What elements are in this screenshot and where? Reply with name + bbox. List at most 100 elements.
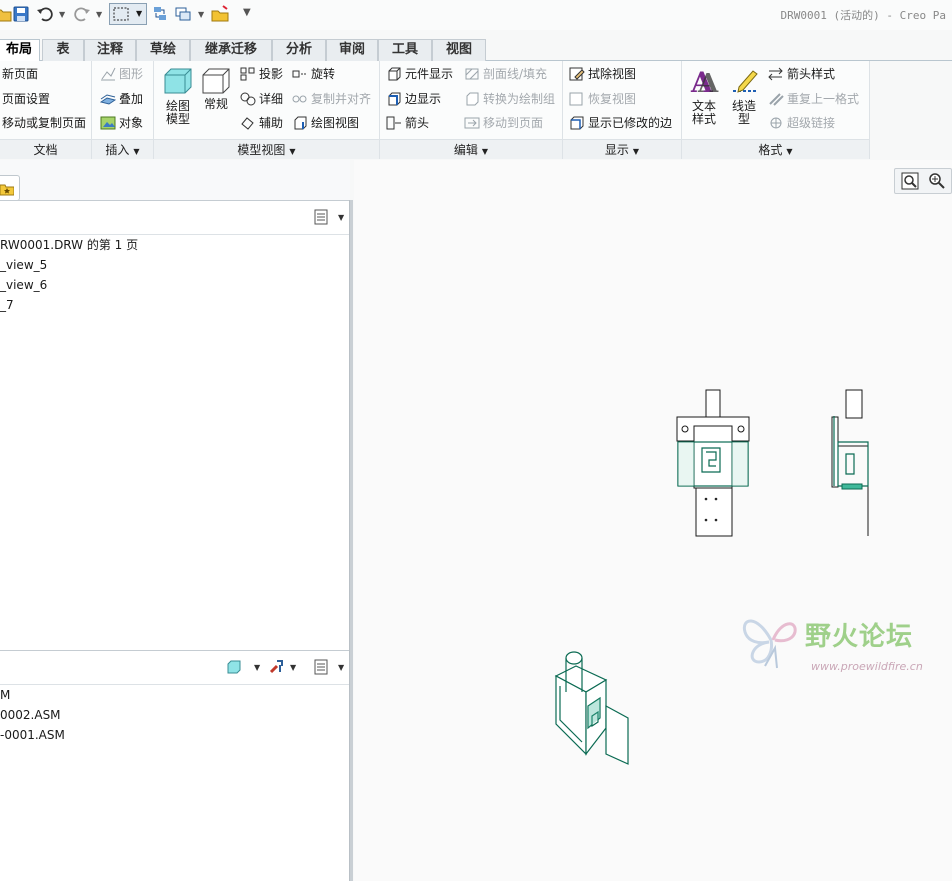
move-to-sheet-icon <box>464 117 480 129</box>
drawing-model-icon <box>164 68 192 94</box>
model-display-dropdown-icon[interactable]: ▼ <box>254 663 260 672</box>
convert-icon <box>466 92 479 106</box>
open-folder-icon[interactable] <box>0 5 12 23</box>
general-view-button[interactable]: 常规 <box>200 67 232 111</box>
group-label-insert[interactable]: 插入 ▼ <box>92 139 153 159</box>
select-box-button[interactable]: ▼ <box>109 3 147 25</box>
tab-view[interactable]: 视图 <box>432 39 486 61</box>
tab-table[interactable]: 表 <box>42 39 84 61</box>
model-tree-settings-icon[interactable] <box>313 659 329 675</box>
show-modified-edges-button[interactable]: 显示已修改的边 <box>569 113 672 133</box>
copy-align-icon <box>292 95 307 103</box>
hyperlink-icon <box>770 117 782 129</box>
group-label-display[interactable]: 显示 ▼ <box>563 139 681 159</box>
group-format-dropdown-icon: ▼ <box>786 147 793 156</box>
tree-settings-icon[interactable] <box>313 209 329 225</box>
move-copy-sheet-button[interactable]: 移动或复制页面 <box>2 113 86 133</box>
tree-settings-dropdown-icon[interactable]: ▼ <box>338 213 344 222</box>
model-display-icon[interactable] <box>226 659 242 675</box>
quick-access-toolbar: ▼ ▼ ▼ ▼ ▼ DRW0001 (活动的) - Creo Pa <box>0 0 952 30</box>
model-tree: ▼ ▼ ▼ M 0002.ASM -0001.ASM <box>0 650 350 881</box>
folder-icon <box>0 184 14 196</box>
undo-icon[interactable] <box>36 5 54 23</box>
new-sheet-button[interactable]: 新页面 <box>2 64 38 84</box>
undo-dropdown-icon[interactable]: ▼ <box>59 10 65 19</box>
resume-view-icon <box>569 92 583 106</box>
arrow-button[interactable]: 箭头 <box>386 113 429 133</box>
tree-row-view-7[interactable]: _7 <box>0 295 349 315</box>
text-style-icon: AA <box>690 67 719 97</box>
general-view-icon <box>202 68 230 94</box>
component-display-button[interactable]: 元件显示 <box>386 64 453 84</box>
projection-view-button[interactable]: 投影 <box>240 64 283 84</box>
side-view-drawing[interactable] <box>824 386 874 538</box>
tab-analysis[interactable]: 分析 <box>272 39 326 61</box>
regenerate-icon[interactable] <box>151 5 169 23</box>
model-row-asm-2[interactable]: 0002.ASM <box>0 705 349 725</box>
tab-layout[interactable]: 布局 <box>0 39 40 62</box>
line-style-button[interactable]: 线造型 <box>726 67 762 126</box>
detailed-view-button[interactable]: 详细 <box>240 89 283 109</box>
detailed-view-icon <box>240 92 256 106</box>
revolved-view-button[interactable]: 旋转 <box>292 64 335 84</box>
drawing-model-button[interactable]: 绘图模型 <box>158 67 198 126</box>
save-icon[interactable] <box>12 5 30 23</box>
folder-browser-tab[interactable] <box>0 175 20 201</box>
projection-icon <box>240 67 255 81</box>
group-edit-dropdown-icon: ▼ <box>481 147 489 156</box>
erase-view-button[interactable]: 拭除视图 <box>569 64 636 84</box>
isometric-view-drawing[interactable] <box>548 646 638 772</box>
overlay-icon <box>100 94 116 105</box>
tab-review[interactable]: 审阅 <box>326 39 378 61</box>
hatch-fill-button[interactable]: 剖面线/填充 <box>464 64 547 84</box>
tools-icon[interactable] <box>268 659 284 675</box>
model-row-drw[interactable]: M <box>0 685 349 705</box>
copy-align-view-button[interactable]: 复制并对齐 <box>292 89 371 109</box>
group-label-model-views[interactable]: 模型视图 ▼ <box>154 139 379 159</box>
drawing-view-button[interactable]: 绘图视图 <box>292 113 359 133</box>
refit-icon[interactable] <box>901 172 919 190</box>
group-label-format[interactable]: 格式 ▼ <box>682 139 869 159</box>
drawing-view-icon <box>294 116 307 130</box>
move-to-sheet-button[interactable]: 移动到页面 <box>464 113 543 133</box>
edge-display-button[interactable]: 边显示 <box>386 89 441 109</box>
tools-dropdown-icon[interactable]: ▼ <box>290 663 296 672</box>
overlay-button[interactable]: 叠加 <box>100 89 143 109</box>
navigator-panel: ▼ RW0001.DRW 的第 1 页 _view_5 _view_6 _7 ▼… <box>0 160 350 881</box>
close-window-icon[interactable] <box>211 5 229 23</box>
tree-row-view-6[interactable]: _view_6 <box>0 275 349 295</box>
model-row-asm-1[interactable]: -0001.ASM <box>0 725 349 745</box>
redo-icon[interactable] <box>73 5 91 23</box>
auxiliary-view-button[interactable]: 辅助 <box>240 113 283 133</box>
tab-legacy-migration[interactable]: 继承迁移 <box>190 39 272 61</box>
windows-dropdown-icon[interactable]: ▼ <box>198 10 204 19</box>
tab-tools[interactable]: 工具 <box>378 39 432 61</box>
butterfly-logo-icon <box>742 619 797 669</box>
repeat-last-format-button[interactable]: 重复上一格式 <box>768 89 859 109</box>
redo-dropdown-icon[interactable]: ▼ <box>96 10 102 19</box>
group-model-views-dropdown-icon: ▼ <box>289 147 296 156</box>
select-box-icon <box>113 7 129 21</box>
tree-row-sheet[interactable]: RW0001.DRW 的第 1 页 <box>0 235 349 255</box>
group-label-edit[interactable]: 编辑 ▼ <box>380 139 562 159</box>
auxiliary-view-icon <box>241 117 254 130</box>
windows-icon[interactable] <box>174 5 192 23</box>
front-view-drawing[interactable] <box>672 386 756 538</box>
page-setup-button[interactable]: 页面设置 <box>2 89 50 109</box>
model-tree-settings-dropdown-icon[interactable]: ▼ <box>338 663 344 672</box>
resume-view-button[interactable]: 恢复视图 <box>569 89 636 109</box>
panel-splitter[interactable] <box>349 200 353 881</box>
drawing-tree-header: ▼ <box>0 201 349 235</box>
object-button[interactable]: 对象 <box>100 113 143 133</box>
convert-draw-group-button[interactable]: 转换为绘制组 <box>464 89 555 109</box>
text-style-button[interactable]: AA 文本样式 <box>686 67 722 126</box>
customize-toolbar-icon[interactable]: ▼ <box>243 7 251 18</box>
tab-sketch[interactable]: 草绘 <box>136 39 190 61</box>
drawing-canvas[interactable]: 野火论坛 www.proewildfire.cn <box>354 160 952 881</box>
zoom-in-icon[interactable] <box>928 172 946 190</box>
tree-row-view-5[interactable]: _view_5 <box>0 255 349 275</box>
arrow-style-button[interactable]: 箭头样式 <box>768 64 835 84</box>
hyperlink-button[interactable]: 超级链接 <box>768 113 835 133</box>
graph-button[interactable]: 图形 <box>100 64 143 84</box>
tab-annotate[interactable]: 注释 <box>84 39 136 61</box>
